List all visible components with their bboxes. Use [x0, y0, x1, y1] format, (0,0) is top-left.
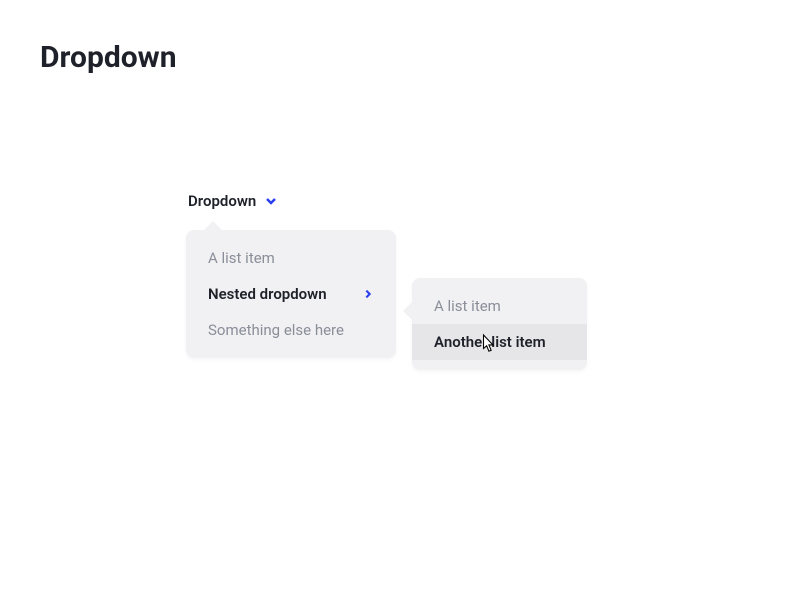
- chevron-right-icon: [362, 288, 374, 300]
- page-title: Dropdown: [40, 40, 177, 75]
- nested-dropdown-menu: A list item Another list item: [412, 278, 587, 370]
- menu-item-list-item[interactable]: A list item: [186, 240, 396, 276]
- dropdown-trigger-label: Dropdown: [188, 192, 256, 210]
- menu-item-nested-dropdown[interactable]: Nested dropdown: [186, 276, 396, 312]
- dropdown-trigger[interactable]: Dropdown: [188, 192, 278, 210]
- menu-item-label: A list item: [434, 297, 501, 315]
- panel-arrow: [203, 221, 223, 241]
- nested-menu-item-list-item[interactable]: A list item: [412, 288, 587, 324]
- menu-item-label: A list item: [208, 249, 275, 267]
- nested-menu-item-another-list-item[interactable]: Another list item: [412, 324, 587, 360]
- chevron-down-icon: [264, 194, 278, 208]
- menu-item-something-else[interactable]: Something else here: [186, 312, 396, 348]
- dropdown-menu: A list item Nested dropdown Something el…: [186, 230, 396, 358]
- menu-item-label: Nested dropdown: [208, 285, 327, 303]
- menu-item-label: Another list item: [434, 333, 546, 351]
- menu-item-label: Something else here: [208, 321, 344, 339]
